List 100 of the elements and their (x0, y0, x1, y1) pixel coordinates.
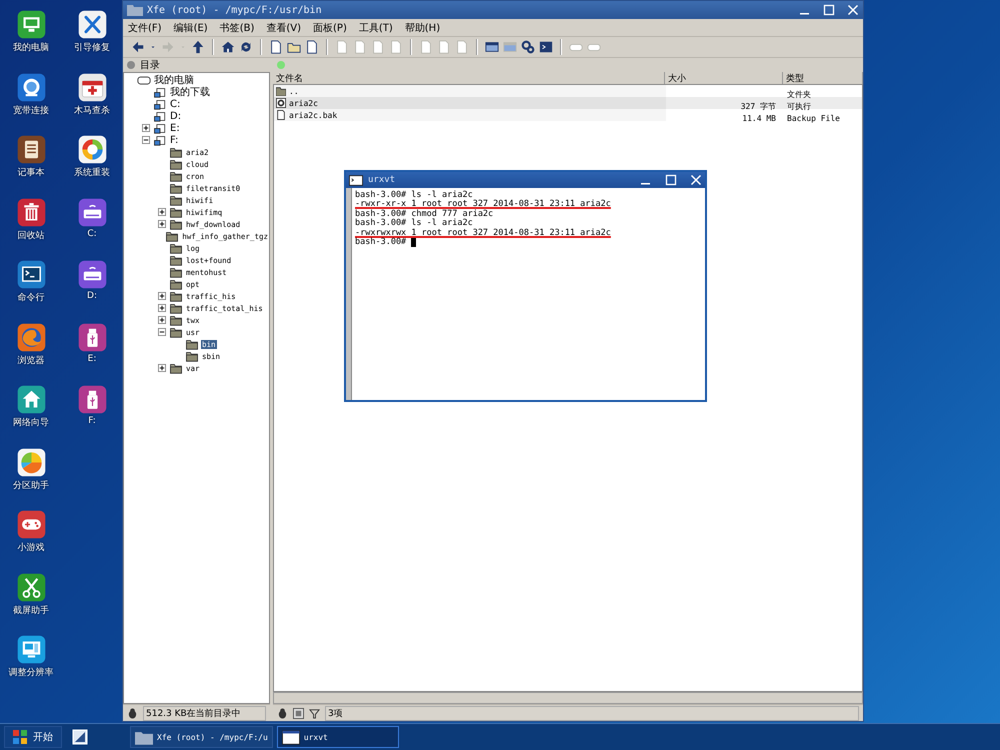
desktop-icon-label[interactable]: 我的电脑 (13, 41, 49, 54)
desktop-icon-label[interactable]: 浏览器 (18, 354, 44, 366)
file-name[interactable]: aria2c (289, 98, 318, 108)
panel-header: 目录 (140, 59, 160, 72)
maximize-icon[interactable] (665, 174, 677, 186)
desktop-icon-label[interactable]: 记事本 (18, 166, 44, 179)
status-text: 512.3 KB在当前目录中 (143, 706, 266, 720)
folder-icon (169, 362, 183, 374)
taskbar-button[interactable]: urxvt (276, 726, 399, 748)
screen-icon[interactable] (16, 635, 46, 664)
monitor-icon[interactable] (16, 10, 46, 39)
terminal-line: bash-3.00# ls -l aria2c (355, 218, 473, 228)
maximize-icon[interactable] (823, 4, 835, 16)
show-desktop-icon[interactable] (72, 729, 88, 745)
panel-icon[interactable] (485, 40, 499, 54)
folder-icon[interactable] (287, 40, 301, 54)
drive-icon[interactable] (78, 198, 106, 226)
four-squares-logo (13, 730, 27, 744)
desktop-icon-label[interactable]: 分区助手 (13, 478, 49, 492)
desktop-icon-label[interactable]: 截屏助手 (13, 604, 49, 616)
menu-item[interactable]: 面板(P) (313, 20, 347, 34)
desktop-icon-label[interactable]: 引导修复 (74, 41, 110, 54)
terminal-icon (349, 174, 363, 186)
menu-item[interactable]: 文件(F) (128, 20, 162, 34)
left-arrow-icon[interactable] (131, 40, 145, 54)
pie-chart-icon[interactable] (16, 448, 46, 476)
first-aid-kit-icon[interactable] (78, 72, 106, 102)
desktop-icon-label[interactable]: 调整分辨率 (8, 666, 54, 679)
folder-icon (169, 254, 183, 266)
expander-icon[interactable] (142, 136, 150, 144)
desktop-icon-label[interactable]: 系统重装 (74, 166, 110, 179)
drive-icon[interactable] (78, 260, 106, 289)
tree-item[interactable]: 我的下载 (169, 85, 211, 99)
desktop-icon-label[interactable]: 小游戏 (18, 541, 44, 554)
file-name[interactable]: .. (289, 86, 299, 96)
usb-drive-icon[interactable] (78, 385, 106, 414)
scissors-icon[interactable] (16, 572, 46, 602)
tree-item[interactable]: C: (169, 98, 182, 110)
page-icon[interactable] (269, 40, 283, 54)
terminal-icon[interactable] (16, 260, 46, 289)
terminal-line: -rwxr-xr-x 1 root root 327 2014-08-31 23:11 aria2c (355, 199, 611, 210)
terminal-line: -rwxrwxrwx 1 root root 327 2014-08-31 23:11 aria2c (355, 228, 611, 238)
desktop-icon-label[interactable]: 宽带连接 (13, 104, 49, 116)
desktop-icon-label[interactable]: E: (88, 354, 96, 364)
desktop-icon-label[interactable]: C: (87, 228, 97, 238)
start-button[interactable]: 开始 (4, 726, 62, 748)
status-text: 3项 (325, 706, 859, 720)
expander-icon[interactable] (158, 328, 166, 336)
home-icon[interactable] (221, 40, 235, 54)
gear-icon[interactable] (521, 40, 535, 54)
notebook-icon[interactable] (16, 135, 46, 164)
close-icon[interactable] (847, 4, 859, 16)
menu-item[interactable]: 查看(V) (266, 20, 302, 34)
expander-icon[interactable] (158, 304, 166, 312)
drive-icon (153, 86, 167, 98)
desktop-icon-label[interactable]: F: (88, 416, 96, 426)
folder-icon (169, 218, 183, 230)
terminal-icon[interactable] (539, 40, 553, 54)
status-dot-icon (126, 60, 136, 70)
globe-icon[interactable] (16, 72, 46, 102)
file-name[interactable]: aria2c.bak (289, 110, 338, 120)
desktop-icon-label[interactable]: 命令行 (18, 291, 44, 304)
tree-item[interactable]: E: (169, 122, 181, 134)
scrollbar[interactable] (273, 692, 863, 704)
sync-icon[interactable] (239, 40, 253, 54)
tree-item[interactable]: F: (169, 134, 180, 146)
expander-icon[interactable] (158, 292, 166, 300)
folder-icon (169, 242, 183, 254)
expander-icon[interactable] (158, 364, 166, 372)
gamepad-icon[interactable] (16, 510, 46, 539)
expander-icon[interactable] (158, 316, 166, 324)
drive-icon (153, 110, 167, 122)
expander-icon[interactable] (158, 220, 166, 228)
menu-item[interactable]: 编辑(E) (174, 20, 208, 34)
wrench-icon[interactable] (78, 10, 106, 39)
desktop-icon-label[interactable]: 回收站 (18, 228, 44, 242)
folder-icon (135, 730, 153, 744)
trash-icon[interactable] (16, 198, 46, 226)
scrollbar[interactable] (346, 188, 352, 400)
expander-icon[interactable] (158, 208, 166, 216)
up-arrow-icon[interactable] (191, 40, 205, 54)
menu-item[interactable]: 帮助(H) (404, 20, 440, 34)
page-icon[interactable] (305, 40, 319, 54)
home-icon[interactable] (16, 385, 46, 414)
folder-icon (127, 4, 143, 16)
usb-drive-icon[interactable] (78, 322, 106, 352)
folder-icon (169, 290, 183, 302)
taskbar-button[interactable]: Xfe (root) - /mypc/F:/u (130, 726, 273, 748)
tree-item[interactable]: 我的电脑 (153, 73, 195, 87)
folder-icon (185, 338, 199, 350)
close-icon[interactable] (690, 174, 702, 186)
menu-item[interactable]: 工具(T) (358, 20, 393, 34)
grid-view-icon[interactable] (293, 708, 304, 718)
expander-icon[interactable] (142, 124, 150, 132)
desktop-icon-label[interactable]: 木马查杀 (74, 104, 110, 116)
menu-item[interactable]: 书签(B) (220, 20, 254, 34)
desktop-icon-label[interactable]: 网络向导 (13, 416, 49, 429)
tree-item[interactable]: D: (169, 110, 182, 122)
filter-icon[interactable] (309, 708, 320, 718)
desktop-icon-label[interactable]: D: (87, 291, 97, 301)
